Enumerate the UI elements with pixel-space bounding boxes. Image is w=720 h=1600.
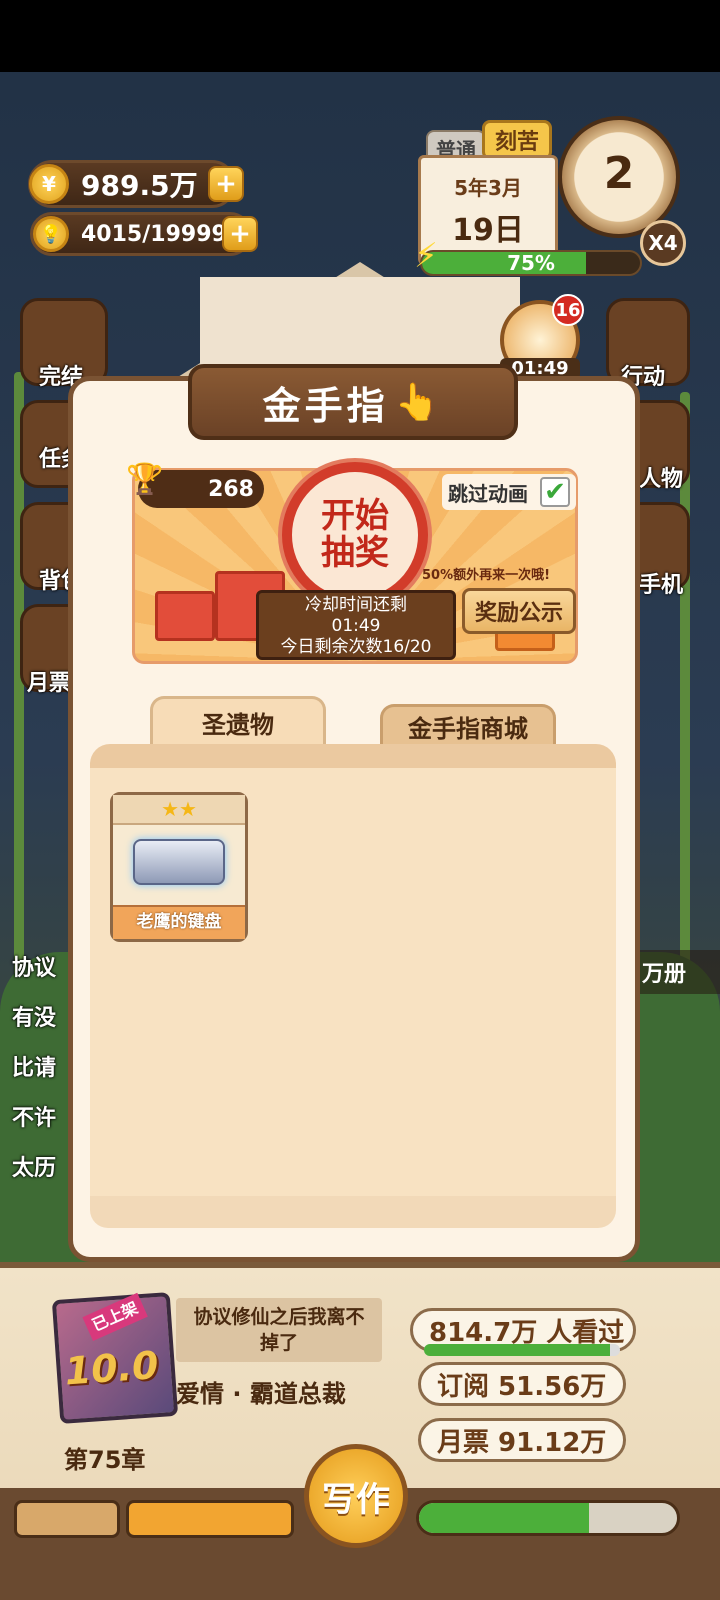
star-rating: ★★ <box>113 795 245 825</box>
phone-label: 手机 <box>639 573 684 598</box>
dialog-title-text: 金手指 <box>262 383 389 428</box>
reward-list-button[interactable]: 奖励公示 <box>462 588 576 634</box>
subscribe-stat: 订阅 51.56万 <box>418 1362 626 1406</box>
lightning-icon[interactable]: ⚡ <box>414 236 448 280</box>
check-icon[interactable]: ✔ <box>540 477 570 507</box>
bg-option: 不许 <box>12 1106 57 1131</box>
views-bar <box>424 1344 620 1356</box>
start-draw-button[interactable]: 开始 抽奖 <box>282 462 428 608</box>
monthly-ticket-stat: 月票 91.12万 <box>418 1418 626 1462</box>
completed-button[interactable]: 完结 <box>20 298 108 390</box>
notification-badge: 16 <box>552 294 584 326</box>
monthly-ticket-label: 月票 <box>27 671 72 696</box>
write-button[interactable]: 写作 <box>304 1444 408 1548</box>
item-name: 老鹰的键盘 <box>113 905 245 939</box>
bg-option: 有没 <box>12 1006 57 1031</box>
bg-option: 协议 <box>12 956 57 981</box>
add-coins-button[interactable]: + <box>208 166 244 202</box>
write-progress-bar <box>416 1500 680 1536</box>
speed-button[interactable]: X4 <box>640 220 686 266</box>
cooldown-board: 冷却时间还剩 01:49 今日剩余次数16/20 <box>256 590 456 660</box>
calendar-month: 5年3月 <box>454 176 522 200</box>
book-cover[interactable]: 已上架 10.0 <box>51 1292 179 1424</box>
status-bar <box>0 0 720 72</box>
remaining-draws: 今日剩余次数16/20 <box>280 637 432 657</box>
bg-option-list: 协议 有没 比请 不许 太历 <box>12 950 76 1200</box>
subscribe-text: 订阅 51.56万 <box>437 1371 607 1402</box>
status-tag: 已上架 <box>82 1292 148 1341</box>
dialog-title: 金手指 👆 <box>188 364 518 440</box>
mode-hard-tab[interactable]: 刻苦 <box>482 120 552 160</box>
coin-bar: ¥ 989.5万 <box>28 160 236 208</box>
bottom-left-slot[interactable] <box>14 1500 120 1538</box>
add-energy-button[interactable]: + <box>222 216 258 252</box>
coin-amount: 989.5万 <box>81 169 198 202</box>
write-progress-fill <box>419 1503 590 1533</box>
progress-text: 75% <box>507 251 555 275</box>
progress-bar: 75% <box>420 250 642 276</box>
finger-icon: 👆 <box>394 382 444 423</box>
bg-volume-text: 万册 <box>636 950 720 994</box>
coin-icon: ¥ <box>29 164 69 204</box>
points-value: 268 <box>208 476 254 502</box>
cooldown-time: 01:49 <box>331 616 381 636</box>
views-text: 814.7万 人看过 <box>429 1317 625 1348</box>
bg-option: 比请 <box>12 1056 57 1081</box>
trophy-finger-icon: 🏆 <box>126 462 164 497</box>
clock-number: 2 <box>603 148 635 199</box>
book-chapter: 第75章 <box>64 1446 146 1474</box>
keyboard-icon <box>133 839 225 885</box>
gift-icon <box>155 591 215 641</box>
cooldown-label: 冷却时间还剩 <box>305 595 407 615</box>
energy-amount: 4015/19999 <box>81 221 227 247</box>
bonus-text: 50%额外再来一次哦! <box>422 568 551 583</box>
monthly-ticket-text: 月票 91.12万 <box>437 1427 607 1458</box>
book-score: 10.0 <box>63 1343 160 1394</box>
item-card[interactable]: ★★ 老鹰的键盘 <box>110 792 248 942</box>
bottom-progress-slot <box>126 1500 294 1538</box>
draw-line2: 抽奖 <box>321 533 389 573</box>
lightbulb-icon: 💡 <box>33 216 69 252</box>
book-genre: 爱情 · 霸道总裁 <box>176 1380 346 1408</box>
draw-line1: 开始 <box>321 495 389 536</box>
views-fill <box>424 1344 611 1356</box>
energy-bar: 💡 4015/19999 <box>30 212 252 256</box>
tab-relics[interactable]: 圣遗物 <box>150 696 326 746</box>
skip-animation-toggle[interactable]: 跳过动画 ✔ <box>442 474 576 510</box>
tab-golden-finger-shop[interactable]: 金手指商城 <box>380 704 556 746</box>
book-title: 协议修仙之后我离不掉了 <box>176 1298 382 1362</box>
action-button[interactable]: 行动 <box>606 298 690 390</box>
characters-label: 人物 <box>639 467 684 492</box>
bg-option: 太历 <box>12 1156 57 1181</box>
skip-animation-label: 跳过动画 <box>448 481 528 506</box>
